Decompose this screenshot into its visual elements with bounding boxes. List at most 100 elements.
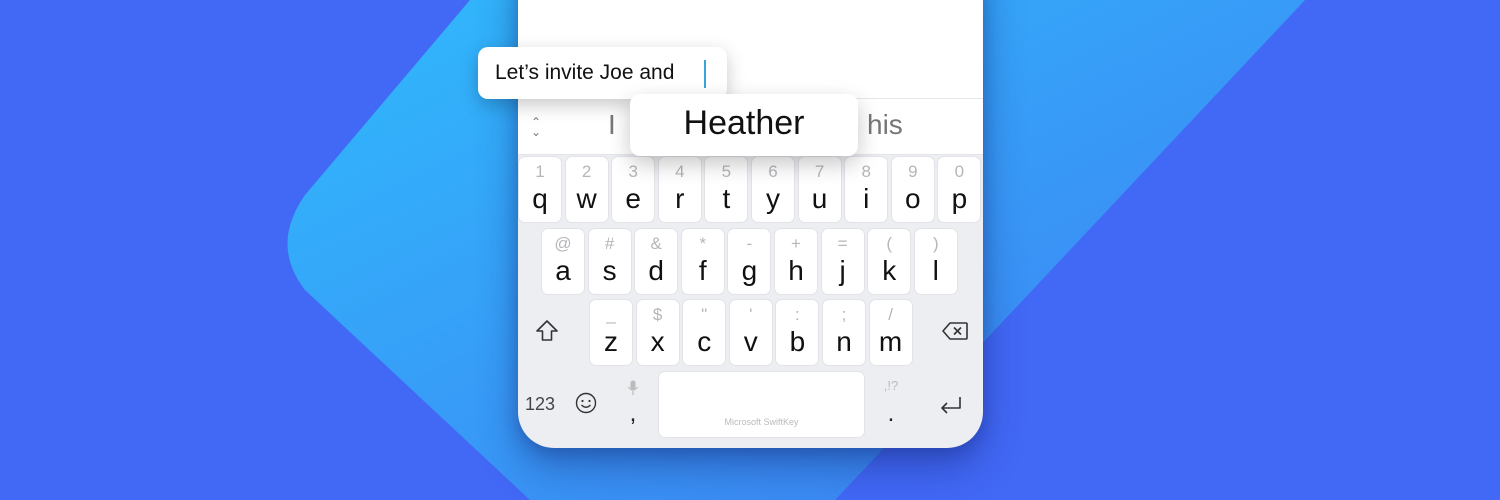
key-primary-label: t bbox=[722, 183, 731, 214]
key-secondary-label: 3 bbox=[628, 162, 638, 181]
punctuation-hint: ,!? bbox=[883, 378, 899, 393]
key-h[interactable]: + h bbox=[775, 229, 817, 294]
key-secondary-label: 2 bbox=[581, 162, 592, 181]
key-secondary-label: @ bbox=[554, 234, 572, 253]
composed-text-bubble: Let’s invite Joe and bbox=[478, 47, 727, 99]
key-d[interactable]: & d bbox=[635, 229, 678, 294]
key-primary-label: o bbox=[905, 183, 921, 214]
shift-key[interactable] bbox=[532, 318, 562, 348]
key-a[interactable]: @ a bbox=[542, 229, 584, 294]
key-secondary-label: 4 bbox=[675, 162, 685, 181]
key-primary-label: v bbox=[743, 326, 758, 357]
key-m[interactable]: / m bbox=[869, 300, 912, 365]
key-f[interactable]: * f bbox=[681, 229, 724, 294]
key-secondary-label: * bbox=[699, 234, 707, 253]
prediction-center: Heather bbox=[683, 104, 805, 142]
backspace-icon bbox=[942, 322, 968, 340]
space-brand-label: Microsoft SwiftKey bbox=[724, 417, 799, 427]
key-r[interactable]: 4r bbox=[658, 157, 701, 222]
comma-key[interactable]: , bbox=[616, 378, 650, 434]
key-primary-label: l bbox=[932, 255, 939, 286]
key-i[interactable]: 8i bbox=[845, 157, 888, 222]
key-j[interactable]: = j bbox=[821, 229, 864, 294]
space-key[interactable]: Microsoft SwiftKey bbox=[659, 372, 864, 437]
key-b[interactable]: :b bbox=[776, 300, 819, 365]
key-secondary-label: + bbox=[791, 234, 801, 253]
key-q[interactable]: 1q bbox=[519, 157, 561, 222]
period-key[interactable]: ,!? . bbox=[874, 378, 908, 434]
key-primary-label: f bbox=[698, 255, 707, 286]
backspace-key[interactable] bbox=[940, 320, 970, 346]
key-primary-label: n bbox=[836, 326, 852, 357]
key-p[interactable]: 0p bbox=[938, 157, 981, 222]
key-secondary-label: " bbox=[701, 305, 708, 324]
key-k[interactable]: (k bbox=[868, 229, 911, 294]
key-secondary-label: 9 bbox=[908, 162, 918, 181]
key-secondary-label: ; bbox=[841, 305, 847, 324]
prediction-right[interactable]: his bbox=[867, 109, 903, 141]
key-primary-label: k bbox=[882, 255, 897, 286]
key-secondary-label: 1 bbox=[535, 162, 545, 181]
key-primary-label: s bbox=[602, 255, 617, 286]
key-secondary-label: 7 bbox=[814, 162, 825, 181]
key-secondary-label: 8 bbox=[861, 162, 871, 181]
key-primary-label: r bbox=[675, 183, 685, 214]
key-e[interactable]: 3e bbox=[612, 157, 655, 222]
emoji-key[interactable] bbox=[574, 392, 598, 416]
key-s[interactable]: # s bbox=[588, 229, 631, 294]
emoji-icon bbox=[575, 392, 597, 414]
key-secondary-label: _ bbox=[606, 305, 616, 324]
key-primary-label: b bbox=[789, 326, 806, 357]
key-primary-label: d bbox=[648, 255, 664, 286]
key-g[interactable]: -g bbox=[728, 229, 771, 294]
key-secondary-label: ' bbox=[749, 305, 753, 324]
key-c[interactable]: " c bbox=[683, 300, 726, 365]
key-primary-label: i bbox=[863, 183, 870, 214]
key-secondary-label: - bbox=[746, 234, 753, 253]
key-primary-label: y bbox=[766, 183, 780, 214]
key-secondary-label: = bbox=[837, 234, 848, 253]
shift-icon bbox=[536, 320, 558, 341]
key-o[interactable]: 9o bbox=[891, 157, 934, 222]
key-primary-label: a bbox=[555, 255, 571, 286]
key-primary-label: c bbox=[697, 326, 712, 357]
key-y[interactable]: 6y bbox=[752, 157, 794, 222]
key-primary-label: e bbox=[625, 183, 641, 214]
key-secondary-label: ( bbox=[886, 234, 893, 253]
expand-toolbar-icon[interactable]: ⌃ ⌄ bbox=[528, 116, 544, 138]
key-v[interactable]: ' v bbox=[729, 300, 772, 365]
prediction-center-popup[interactable]: Heather bbox=[630, 94, 858, 156]
key-secondary-label: : bbox=[795, 305, 800, 324]
text-caret bbox=[704, 60, 706, 88]
key-secondary-label: 5 bbox=[721, 162, 732, 181]
key-w[interactable]: 2w bbox=[565, 157, 608, 222]
key-x[interactable]: $ x bbox=[636, 300, 679, 365]
prediction-left[interactable]: I bbox=[608, 109, 616, 141]
key-n[interactable]: ; n bbox=[823, 300, 865, 365]
key-primary-label: m bbox=[878, 326, 903, 357]
period-label: . bbox=[887, 400, 895, 427]
key-primary-label: p bbox=[951, 183, 968, 214]
key-primary-label: w bbox=[576, 183, 597, 214]
key-l[interactable]: ) l bbox=[914, 229, 957, 294]
key-primary-label: q bbox=[532, 183, 548, 214]
key-secondary-label: & bbox=[650, 234, 662, 253]
composed-text: Let’s invite Joe and bbox=[495, 61, 675, 84]
key-z[interactable]: _ z bbox=[590, 300, 632, 365]
key-primary-label: j bbox=[839, 255, 846, 286]
key-primary-label: u bbox=[811, 183, 828, 214]
key-primary-label: z bbox=[604, 326, 618, 357]
key-primary-label: h bbox=[788, 255, 804, 286]
key-secondary-label: / bbox=[888, 305, 893, 324]
key-secondary-label: $ bbox=[652, 305, 663, 324]
numbers-key[interactable]: 123 bbox=[522, 394, 558, 415]
key-secondary-label: 6 bbox=[768, 162, 778, 181]
microphone-icon bbox=[628, 380, 638, 395]
enter-key[interactable] bbox=[936, 394, 966, 418]
enter-icon bbox=[941, 397, 961, 414]
key-secondary-label: 0 bbox=[954, 162, 965, 181]
key-secondary-label: ) bbox=[932, 234, 939, 253]
key-u[interactable]: 7u bbox=[798, 157, 841, 222]
key-t[interactable]: 5t bbox=[705, 157, 748, 222]
comma-label: , bbox=[629, 400, 637, 427]
